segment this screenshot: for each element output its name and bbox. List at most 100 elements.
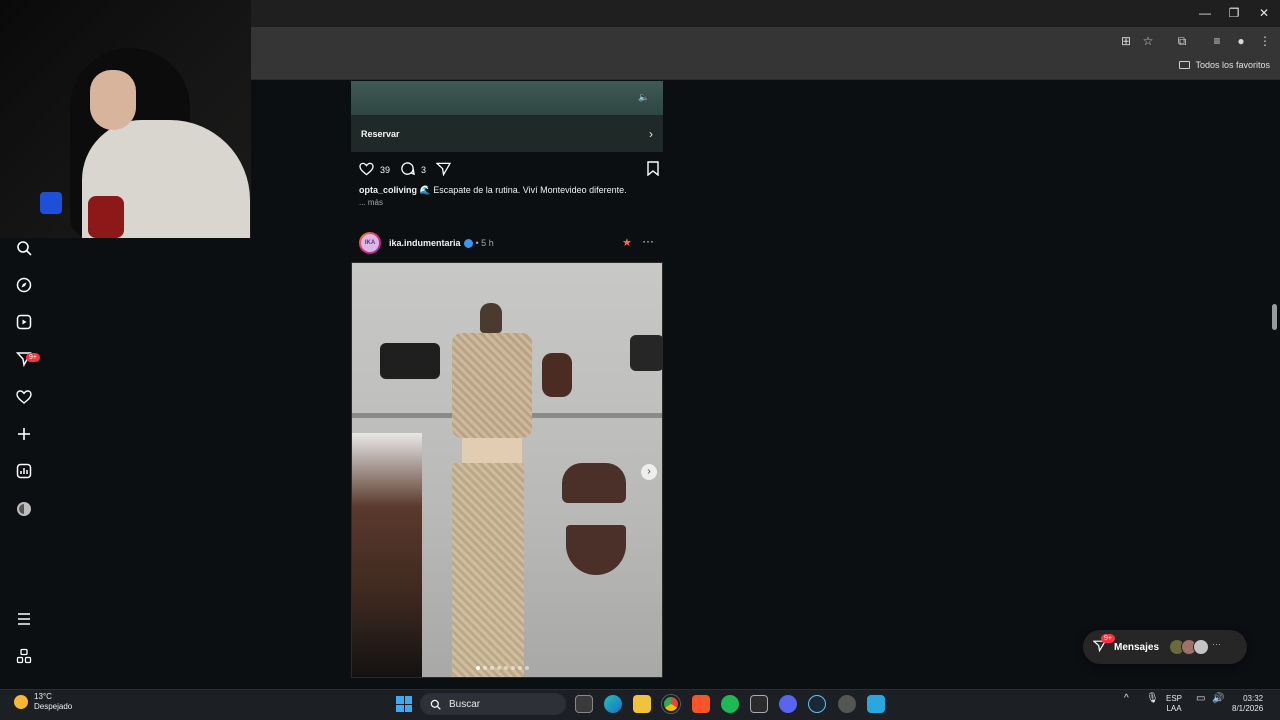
all-bookmarks-label: Todos los favoritos	[1195, 60, 1270, 70]
media-control-icon[interactable]: ≡	[1208, 32, 1226, 50]
app-icon[interactable]	[838, 695, 856, 713]
carousel-next-button[interactable]: ›	[641, 464, 657, 480]
dashboard-chart-icon[interactable]	[14, 461, 34, 481]
heart-icon[interactable]	[14, 387, 34, 407]
bag-image	[630, 335, 662, 371]
caption-more-link[interactable]: ... más	[359, 198, 383, 207]
install-app-icon[interactable]: ⊞	[1117, 32, 1135, 50]
create-plus-icon[interactable]	[14, 424, 34, 444]
more-options-icon[interactable]: ···	[642, 234, 654, 248]
more-avatars-icon: ···	[1212, 639, 1222, 649]
post-actions: 39 3	[359, 161, 659, 179]
profile-avatar-icon[interactable]: ●	[1232, 32, 1250, 50]
star-icon: ★	[622, 237, 632, 249]
carousel-dot	[525, 666, 529, 670]
network-icon[interactable]: ▭	[1196, 694, 1205, 704]
chrome-icon[interactable]	[662, 695, 680, 713]
avatar-text: IKA	[361, 234, 379, 252]
notifications-badge: 9+	[26, 353, 40, 362]
search-icon[interactable]	[14, 238, 34, 258]
carousel-dot	[518, 666, 522, 670]
share-send-icon[interactable]	[435, 162, 452, 179]
carousel-indicator	[476, 666, 529, 670]
close-button[interactable]: ✕	[1254, 4, 1274, 22]
spotify-icon[interactable]	[721, 695, 739, 713]
like-heart-icon[interactable]	[359, 162, 374, 179]
explore-compass-icon[interactable]	[14, 275, 34, 295]
clothes-rack-image	[352, 433, 422, 677]
weather-condition: Despejado	[34, 702, 73, 711]
discord-icon[interactable]	[779, 695, 797, 713]
messages-avatars: ···	[1169, 639, 1222, 655]
carousel-dot	[490, 666, 494, 670]
crochet-skirt-image	[452, 463, 524, 677]
previous-post-media[interactable]: 🔈	[351, 81, 663, 115]
chevron-right-icon: ›	[649, 126, 653, 141]
restore-button[interactable]: ❐	[1224, 4, 1244, 22]
epic-games-icon[interactable]	[750, 695, 768, 713]
carousel-dot	[511, 666, 515, 670]
edge-icon[interactable]	[604, 695, 622, 713]
temperature: 13°C	[34, 692, 52, 701]
comments-count: 3	[421, 165, 427, 175]
brave-icon[interactable]	[692, 695, 710, 713]
menu-kebab-icon[interactable]: ⋮	[1256, 32, 1274, 50]
clock-time: 03:32	[1243, 694, 1264, 703]
microphone-icon[interactable]: 🎙	[1146, 694, 1159, 704]
webcam-face-image	[90, 70, 136, 130]
search-icon	[430, 699, 441, 710]
reserve-cta-bar[interactable]: Reservar ›	[351, 115, 663, 152]
app-icon[interactable]	[867, 695, 885, 713]
bag-image	[380, 343, 440, 379]
more-menu-icon[interactable]	[14, 609, 34, 629]
webcam-light-image	[40, 192, 62, 214]
also-from-meta-icon[interactable]	[14, 646, 34, 666]
bookmark-star-icon[interactable]: ☆	[1139, 32, 1157, 50]
verified-badge-icon	[463, 238, 473, 248]
show-hidden-icons-chevron-icon[interactable]: ^	[1124, 694, 1129, 704]
post-time: • 5 h	[475, 238, 494, 248]
webcam-object-image	[88, 196, 124, 238]
carousel-dot	[483, 666, 487, 670]
caption-text: 🌊 Escapate de la rutina. Viví Montevideo…	[419, 185, 627, 195]
post-username[interactable]: ika.indumentaria	[389, 238, 461, 248]
mannequin-image	[480, 303, 502, 333]
save-bookmark-icon[interactable]	[647, 161, 659, 179]
bikini-top-image	[562, 463, 626, 503]
all-bookmarks-button[interactable]: Todos los favoritos	[1179, 60, 1270, 70]
reels-icon[interactable]	[14, 312, 34, 332]
folder-icon	[1179, 61, 1191, 69]
avatar	[1193, 639, 1210, 655]
minimize-button[interactable]: —	[1195, 4, 1215, 22]
taskbar-search-placeholder: Buscar	[449, 698, 481, 710]
task-view-icon[interactable]	[575, 695, 593, 713]
reserve-cta-label: Reservar	[361, 128, 400, 139]
file-explorer-icon[interactable]	[633, 695, 651, 713]
steam-icon[interactable]	[808, 695, 826, 713]
weather-widget[interactable]: 13°C Despejado	[14, 692, 72, 712]
mannequin-torso-image	[462, 438, 522, 466]
comment-bubble-icon[interactable]	[400, 161, 415, 179]
clock[interactable]: 03:32 8/1/2026	[1232, 694, 1263, 714]
page-scrollbar[interactable]	[1272, 304, 1277, 330]
caption-username[interactable]: opta_coliving	[359, 185, 417, 195]
language-indicator[interactable]: ESP LAA	[1166, 694, 1182, 714]
post-caption: opta_coliving 🌊 Escapate de la rutina. V…	[359, 185, 627, 196]
messages-send-icon: 9+	[1092, 633, 1115, 655]
windows-start-icon[interactable]	[396, 696, 412, 712]
taskbar-search[interactable]: Buscar	[420, 693, 566, 715]
mute-icon[interactable]: 🔈	[638, 92, 649, 103]
extensions-icon[interactable]: ⧉	[1173, 32, 1191, 50]
bag-image	[542, 353, 572, 397]
carousel-dot	[497, 666, 501, 670]
avatar[interactable]: IKA	[359, 232, 381, 254]
profile-avatar-icon[interactable]	[14, 499, 34, 519]
clock-date: 8/1/2026	[1232, 704, 1264, 713]
volume-icon[interactable]: 🔊	[1212, 694, 1224, 704]
post-image[interactable]: ›	[351, 262, 663, 678]
carousel-dot	[504, 666, 508, 670]
keyboard-layout: LAA	[1166, 704, 1182, 713]
crochet-top-image	[452, 333, 532, 438]
likes-count: 39	[380, 165, 391, 175]
messages-button[interactable]: 9+ Mensajes ···	[1083, 630, 1247, 664]
